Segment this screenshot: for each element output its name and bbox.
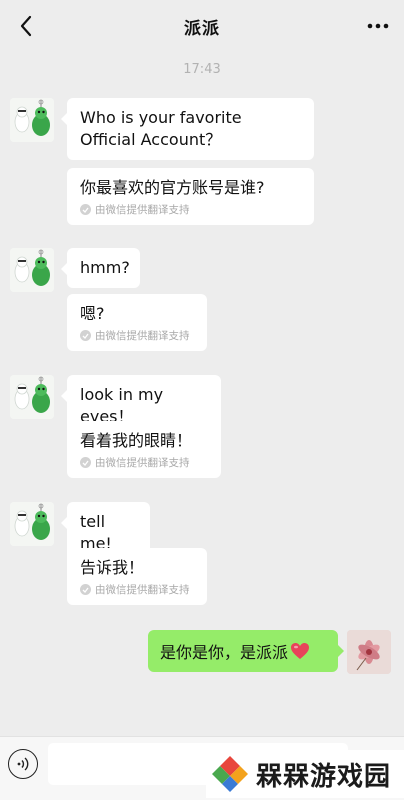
translation-note: 由微信提供翻译支持 [80, 328, 194, 343]
message-text: look in my eyes！ [80, 385, 164, 426]
watermark-text: 槑槑游戏园 [256, 761, 392, 792]
chat-title: 派派 [184, 18, 220, 39]
translation-text: 看着我的眼睛！ [80, 431, 193, 450]
avatar-image [10, 375, 54, 419]
message-bubble[interactable]: Who is your favorite Official Account？ [61, 98, 314, 160]
more-button[interactable] [364, 12, 392, 40]
message-text: tell me! [80, 512, 112, 553]
translation-bubble[interactable]: 看着我的眼睛！ 由微信提供翻译支持 [67, 421, 221, 478]
translation-note-text: 由微信提供翻译支持 [95, 584, 190, 596]
check-icon [80, 204, 91, 215]
avatar-image [10, 98, 54, 142]
translation-note-text: 由微信提供翻译支持 [95, 204, 190, 216]
more-dots-icon [367, 23, 389, 29]
message-text: hmm? [80, 258, 130, 277]
translation-bubble[interactable]: 告诉我！ 由微信提供翻译支持 [67, 548, 207, 605]
heart-icon [290, 642, 310, 660]
translation-note-text: 由微信提供翻译支持 [95, 330, 190, 342]
translation-note: 由微信提供翻译支持 [80, 582, 194, 597]
flower-avatar-image [347, 630, 391, 674]
translation-text: 你最喜欢的官方账号是谁? [80, 178, 265, 197]
watermark-logo-icon [212, 756, 248, 792]
avatar[interactable] [10, 502, 54, 546]
translation-bubble[interactable]: 你最喜欢的官方账号是谁? 由微信提供翻译支持 [67, 168, 314, 225]
translation-note: 由微信提供翻译支持 [80, 202, 301, 217]
check-icon [80, 457, 91, 468]
avatar-image [10, 502, 54, 546]
message-bubble[interactable]: hmm? [61, 248, 140, 288]
my-message-text: 是你是你，是派派 [160, 643, 289, 662]
voice-icon [17, 757, 29, 771]
avatar[interactable] [10, 98, 54, 142]
check-icon [80, 584, 91, 595]
translation-note: 由微信提供翻译支持 [80, 455, 208, 470]
check-icon [80, 330, 91, 341]
voice-button[interactable] [8, 749, 38, 779]
back-button[interactable] [12, 12, 40, 40]
chevron-left-icon [20, 15, 32, 37]
avatar-image [10, 248, 54, 292]
chat-header: 派派 [0, 0, 404, 52]
avatar[interactable] [10, 375, 54, 419]
timestamp: 17:43 [183, 62, 221, 77]
translation-text: 嗯? [80, 304, 105, 323]
my-message-bubble[interactable]: 是你是你，是派派 [148, 630, 344, 672]
message-text: Who is your favorite Official Account？ [80, 108, 242, 149]
translation-text: 告诉我！ [80, 558, 145, 577]
translation-bubble[interactable]: 嗯? 由微信提供翻译支持 [67, 294, 207, 351]
avatar[interactable] [10, 248, 54, 292]
my-avatar[interactable] [347, 630, 391, 674]
translation-note-text: 由微信提供翻译支持 [95, 457, 190, 469]
watermark: 槑槑游戏园 [206, 750, 404, 798]
